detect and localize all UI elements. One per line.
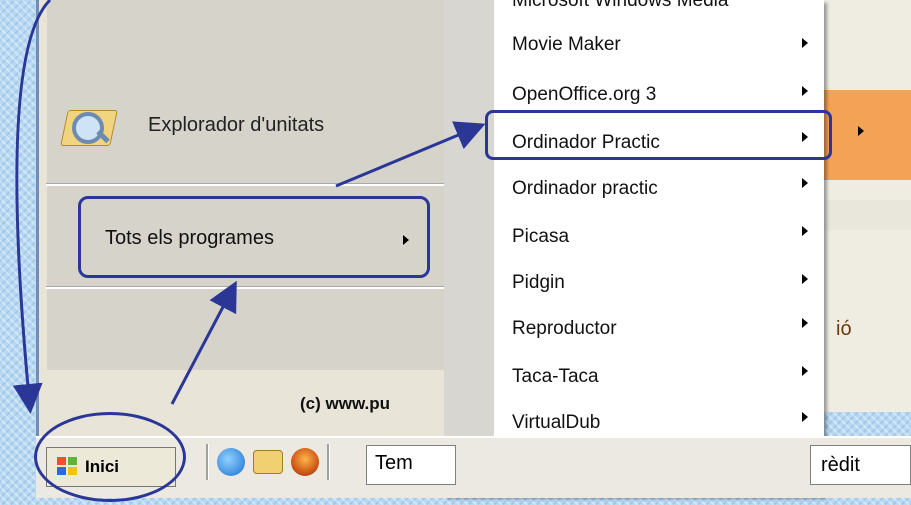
highlight-box-ordinador-practic (485, 110, 832, 160)
submenu-arrow-icon (802, 38, 808, 48)
taskbar-separator (206, 444, 209, 480)
submenu-arrow-icon (802, 412, 808, 422)
background-window-label: ió (836, 318, 852, 340)
highlight-bar (822, 90, 911, 180)
explorer-label: Explorador d'unitats (148, 113, 325, 136)
submenu-arrow-icon (802, 178, 808, 188)
all-programs-label: Tots els programes (105, 227, 274, 249)
submenu-arrow-icon (858, 126, 864, 136)
taskbar-button-tem[interactable]: Tem (366, 445, 456, 485)
submenu-arrow-icon (802, 274, 808, 284)
quick-launch (206, 444, 330, 480)
folder-search-icon (60, 100, 118, 150)
submenu-item-picasa[interactable]: Picasa (512, 226, 569, 248)
highlight-oval-start (34, 412, 186, 502)
submenu-item-movie-maker[interactable]: Movie Maker (512, 34, 621, 56)
submenu-icon-gutter (444, 0, 494, 496)
submenu-item-pidgin[interactable]: Pidgin (512, 272, 565, 294)
all-programs-button[interactable]: Tots els programes (78, 196, 430, 278)
menu-separator (46, 183, 444, 186)
folder-icon[interactable] (253, 450, 283, 474)
submenu-arrow-icon (403, 235, 409, 245)
menu-separator (46, 286, 444, 289)
taskbar-separator (327, 444, 330, 480)
submenu-item-virtualdub[interactable]: VirtualDub (512, 412, 600, 434)
submenu-arrow-icon (802, 318, 808, 328)
taskbar-button-credit[interactable]: rèdit (810, 445, 911, 485)
programs-submenu: Microsoft Windows Media Movie Maker Open… (444, 0, 824, 496)
submenu-item-truncated[interactable]: Microsoft Windows Media (512, 0, 728, 12)
submenu-item-openoffice[interactable]: OpenOffice.org 3 (512, 84, 656, 106)
submenu-arrow-icon (802, 86, 808, 96)
menu-item-explorer[interactable]: Explorador d'unitats (60, 100, 325, 150)
background-window (822, 0, 911, 412)
submenu-item-reproductor[interactable]: Reproductor (512, 318, 617, 340)
window-row (822, 200, 911, 230)
submenu-arrow-icon (802, 366, 808, 376)
submenu-item-taca-taca[interactable]: Taca-Taca (512, 366, 599, 388)
firefox-icon[interactable] (291, 448, 319, 476)
copyright-text: (c) www.pu (300, 394, 391, 413)
internet-explorer-icon[interactable] (217, 448, 245, 476)
submenu-item-ordinador-practic-2[interactable]: Ordinador practic (512, 178, 658, 200)
submenu-arrow-icon (802, 226, 808, 236)
